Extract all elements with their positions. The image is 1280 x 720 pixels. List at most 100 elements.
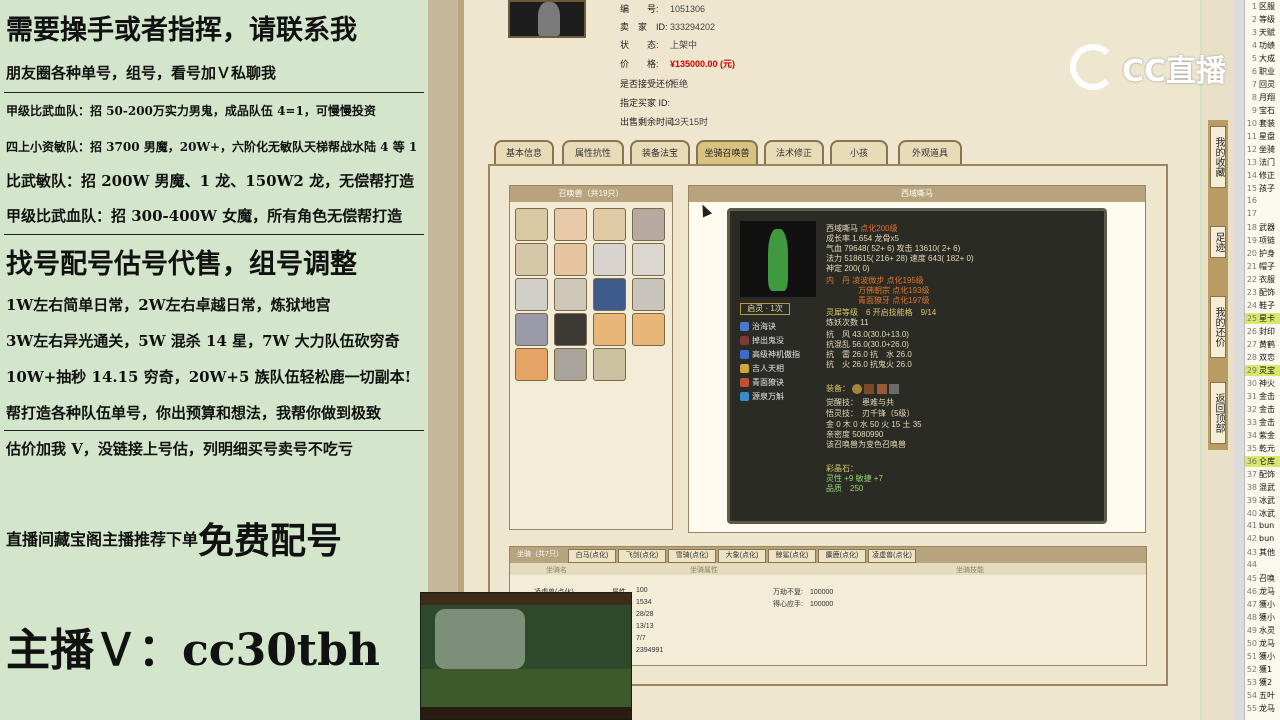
equip-icon[interactable]: [888, 383, 899, 394]
tab-5[interactable]: 法术修正: [764, 140, 824, 164]
list-item[interactable]: 24 鞋子: [1245, 300, 1280, 311]
list-item[interactable]: 23 配饰: [1245, 287, 1280, 298]
list-item[interactable]: 31 金击: [1245, 391, 1280, 402]
list-item[interactable]: 37 配饰: [1245, 469, 1280, 480]
list-item[interactable]: 21 帽子: [1245, 261, 1280, 272]
pet-avatar[interactable]: [593, 278, 626, 311]
list-item[interactable]: 54 五叶: [1245, 690, 1280, 701]
equip-icon[interactable]: [876, 383, 887, 394]
pet-avatar[interactable]: [554, 313, 587, 346]
list-item[interactable]: 44: [1245, 560, 1280, 571]
list-item[interactable]: 40 冰武: [1245, 508, 1280, 519]
pet-avatar[interactable]: [554, 278, 587, 311]
list-item[interactable]: 27 黄鹤: [1245, 339, 1280, 350]
list-item[interactable]: 19 项链: [1245, 235, 1280, 246]
favorites-button[interactable]: 我的收藏: [1210, 126, 1226, 188]
pet-avatar[interactable]: [515, 208, 548, 241]
list-item[interactable]: 14 修正: [1245, 170, 1280, 181]
list-item[interactable]: 26 封印: [1245, 326, 1280, 337]
list-item[interactable]: 42 bun: [1245, 534, 1280, 545]
list-item[interactable]: 15 孩子: [1245, 183, 1280, 194]
list-item[interactable]: 34 紫金: [1245, 430, 1280, 441]
list-item[interactable]: 9 宝石: [1245, 105, 1280, 116]
tab-1[interactable]: 基本信息: [494, 140, 554, 164]
list-item[interactable]: 41 bun: [1245, 521, 1280, 532]
pet-avatar[interactable]: [554, 243, 587, 276]
mount-tab-5[interactable]: 鲸鲨(点化): [768, 549, 816, 563]
pet-avatar[interactable]: [515, 313, 548, 346]
list-item[interactable]: 35 乾元: [1245, 443, 1280, 454]
pet-avatar[interactable]: [632, 313, 665, 346]
pet-avatar[interactable]: [554, 208, 587, 241]
pet-skill[interactable]: 源泉万斛: [740, 391, 784, 402]
list-item[interactable]: 46 龙马: [1245, 586, 1280, 597]
footprint-button[interactable]: 足迹: [1210, 226, 1226, 258]
mount-title[interactable]: 坐骑（共7只）: [514, 549, 566, 563]
pet-avatar[interactable]: [515, 348, 548, 381]
list-item[interactable]: 53 獲2: [1245, 677, 1280, 688]
list-item[interactable]: 8 月翔: [1245, 92, 1280, 103]
mount-tab-7[interactable]: 凌虚兽(点化): [868, 549, 916, 563]
list-item[interactable]: 2 等级: [1245, 14, 1280, 25]
list-item[interactable]: 48 獲小: [1245, 612, 1280, 623]
list-item[interactable]: 25 星卡: [1245, 313, 1280, 324]
list-item[interactable]: 20 护身: [1245, 248, 1280, 259]
list-item[interactable]: 22 衣服: [1245, 274, 1280, 285]
pet-avatar[interactable]: [593, 243, 626, 276]
list-item[interactable]: 28 双恋: [1245, 352, 1280, 363]
equip-icon[interactable]: [852, 383, 863, 394]
tab-7[interactable]: 外观道具: [898, 140, 962, 164]
pet-skill[interactable]: 吉人天相: [740, 363, 784, 374]
pet-avatar[interactable]: [632, 243, 665, 276]
equip-icon[interactable]: [864, 383, 875, 394]
tab-4[interactable]: 坐骑召唤兽: [696, 140, 758, 164]
list-item[interactable]: 38 混武: [1245, 482, 1280, 493]
list-item[interactable]: 1 区服: [1245, 1, 1280, 12]
list-item[interactable]: 32 金击: [1245, 404, 1280, 415]
list-item[interactable]: 17: [1245, 209, 1280, 220]
mount-tab-1[interactable]: 白马(点化): [568, 549, 616, 563]
list-item[interactable]: 29 灵宝: [1245, 365, 1280, 376]
mount-tab-3[interactable]: 雪骑(点化): [668, 549, 716, 563]
pet-avatar[interactable]: [632, 208, 665, 241]
list-item[interactable]: 36 仑库: [1245, 456, 1280, 467]
list-item[interactable]: 18 武器: [1245, 222, 1280, 233]
list-item[interactable]: 49 水灵: [1245, 625, 1280, 636]
pet-skill[interactable]: 青面獠诀: [740, 377, 784, 388]
list-item[interactable]: 33 金击: [1245, 417, 1280, 428]
list-item[interactable]: 3 天赋: [1245, 27, 1280, 38]
list-item[interactable]: 50 龙马: [1245, 638, 1280, 649]
pet-skill[interactable]: 治海诀: [740, 321, 776, 332]
tab-3[interactable]: 装备法宝: [630, 140, 690, 164]
pet-avatar[interactable]: [593, 313, 626, 346]
back-to-top-button[interactable]: 返回顶部: [1210, 382, 1226, 444]
tab-2[interactable]: 属性抗性: [562, 140, 624, 164]
scrollbar[interactable]: [1234, 0, 1244, 720]
mount-tab-4[interactable]: 大象(点化): [718, 549, 766, 563]
character-thumbnail[interactable]: [508, 0, 586, 38]
pet-avatar[interactable]: [515, 243, 548, 276]
mount-tab-6[interactable]: 麋鹿(点化): [818, 549, 866, 563]
pet-avatar[interactable]: [593, 348, 626, 381]
mount-tab-2[interactable]: 飞剑(点化): [618, 549, 666, 563]
my-bargain-button[interactable]: 我的还价: [1210, 296, 1226, 358]
pet-skill[interactable]: 高级神机傲指: [740, 349, 800, 360]
pet-avatar[interactable]: [554, 348, 587, 381]
list-item[interactable]: 12 坐骑: [1245, 144, 1280, 155]
pet-skill[interactable]: 掉出鬼没: [740, 335, 784, 346]
pet-avatar[interactable]: [515, 278, 548, 311]
list-item[interactable]: 13 法门: [1245, 157, 1280, 168]
list-item[interactable]: 5 大成: [1245, 53, 1280, 64]
list-item[interactable]: 6 职业: [1245, 66, 1280, 77]
list-item[interactable]: 45 召唤: [1245, 573, 1280, 584]
list-item[interactable]: 11 星盘: [1245, 131, 1280, 142]
pet-avatar[interactable]: [593, 208, 626, 241]
list-item[interactable]: 43 其他: [1245, 547, 1280, 558]
list-item[interactable]: 51 獲小: [1245, 651, 1280, 662]
list-item[interactable]: 47 獲小: [1245, 599, 1280, 610]
list-item[interactable]: 39 冰武: [1245, 495, 1280, 506]
list-item[interactable]: 52 獲1: [1245, 664, 1280, 675]
list-item[interactable]: 7 回灵: [1245, 79, 1280, 90]
tab-6[interactable]: 小孩: [830, 140, 888, 164]
list-item[interactable]: 55 龙马: [1245, 703, 1280, 714]
